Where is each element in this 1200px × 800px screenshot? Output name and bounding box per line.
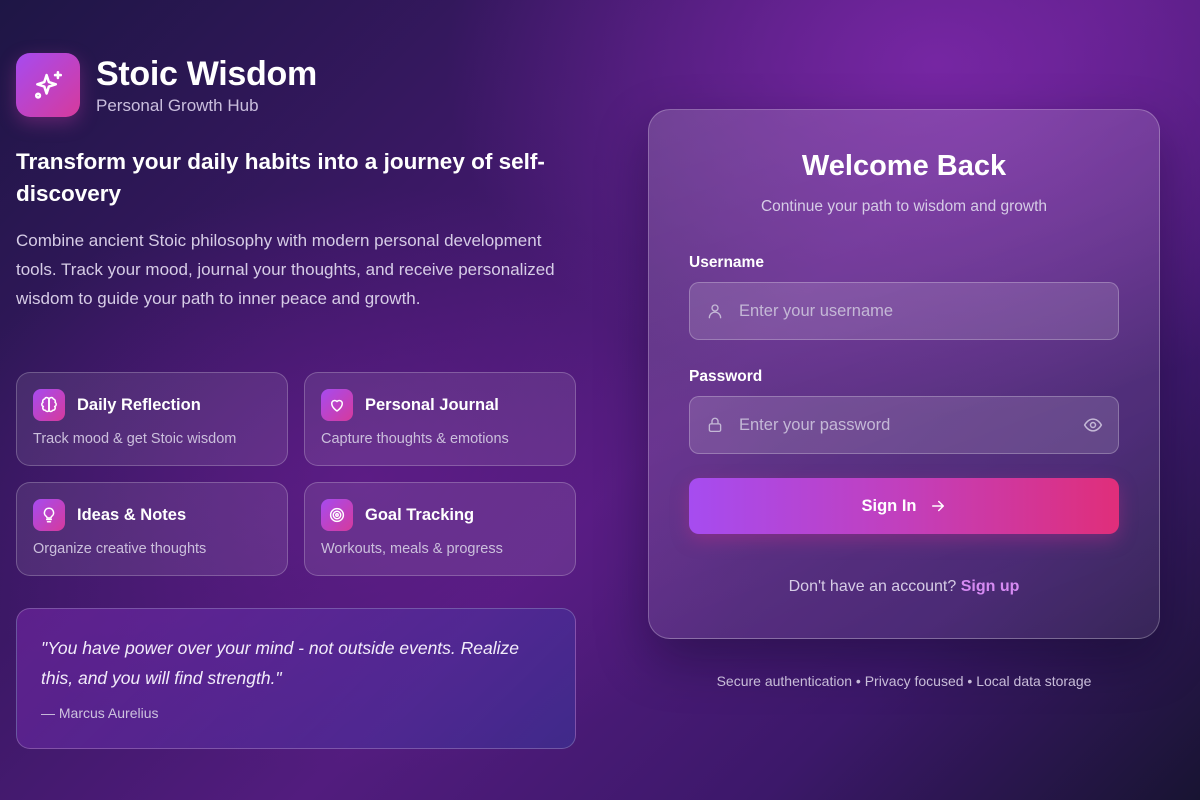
- sign-up-link[interactable]: Sign up: [961, 578, 1020, 595]
- feature-description: Organize creative thoughts: [33, 541, 207, 557]
- user-icon: [691, 302, 739, 320]
- security-note: Secure authentication • Privacy focused …: [716, 673, 1092, 689]
- sign-in-button[interactable]: Sign In: [689, 478, 1119, 534]
- feature-title: Ideas & Notes: [77, 505, 187, 524]
- feature-description: Capture thoughts & emotions: [321, 431, 509, 447]
- brand-header: Stoic Wisdom Personal Growth Hub: [16, 53, 317, 117]
- password-input[interactable]: [739, 397, 1068, 453]
- target-icon: [321, 499, 353, 531]
- lightbulb-icon: [33, 499, 65, 531]
- lock-icon: [691, 416, 739, 434]
- quote-author: — Marcus Aurelius: [41, 705, 159, 721]
- username-field[interactable]: [689, 282, 1119, 340]
- app-subtitle: Personal Growth Hub: [96, 96, 259, 115]
- signup-prompt: Don't have an account?: [788, 578, 957, 595]
- eye-icon[interactable]: [1068, 415, 1118, 435]
- feature-title: Daily Reflection: [77, 395, 201, 414]
- feature-title: Personal Journal: [365, 395, 499, 414]
- feature-title: Goal Tracking: [365, 505, 475, 524]
- app-title: Stoic Wisdom: [96, 55, 317, 93]
- quote-card: "You have power over your mind - not out…: [16, 608, 576, 749]
- password-field[interactable]: [689, 396, 1119, 454]
- arrow-right-icon: [929, 497, 947, 515]
- heart-icon: [321, 389, 353, 421]
- brain-icon: [33, 389, 65, 421]
- feature-description: Track mood & get Stoic wisdom: [33, 431, 237, 447]
- username-label: Username: [689, 254, 764, 271]
- feature-card-daily-reflection: Daily Reflection Track mood & get Stoic …: [16, 372, 288, 466]
- signup-prompt-line: Don't have an account? Sign up: [649, 578, 1159, 596]
- feature-description: Workouts, meals & progress: [321, 541, 503, 557]
- login-card: Welcome Back Continue your path to wisdo…: [648, 109, 1160, 639]
- sign-in-label: Sign In: [861, 496, 917, 515]
- feature-card-personal-journal: Personal Journal Capture thoughts & emot…: [304, 372, 576, 466]
- password-label: Password: [689, 368, 763, 385]
- feature-card-goal-tracking: Goal Tracking Workouts, meals & progress: [304, 482, 576, 576]
- sparkles-icon: [16, 53, 80, 117]
- feature-card-ideas-notes: Ideas & Notes Organize creative thoughts: [16, 482, 288, 576]
- quote-text: "You have power over your mind - not out…: [41, 638, 520, 688]
- hero-intro: Combine ancient Stoic philosophy with mo…: [16, 231, 555, 308]
- username-input[interactable]: [739, 283, 1118, 339]
- hero-headline: Transform your daily habits into a journ…: [16, 149, 545, 206]
- login-subtitle: Continue your path to wisdom and growth: [760, 198, 1048, 215]
- login-title: Welcome Back: [801, 150, 1007, 182]
